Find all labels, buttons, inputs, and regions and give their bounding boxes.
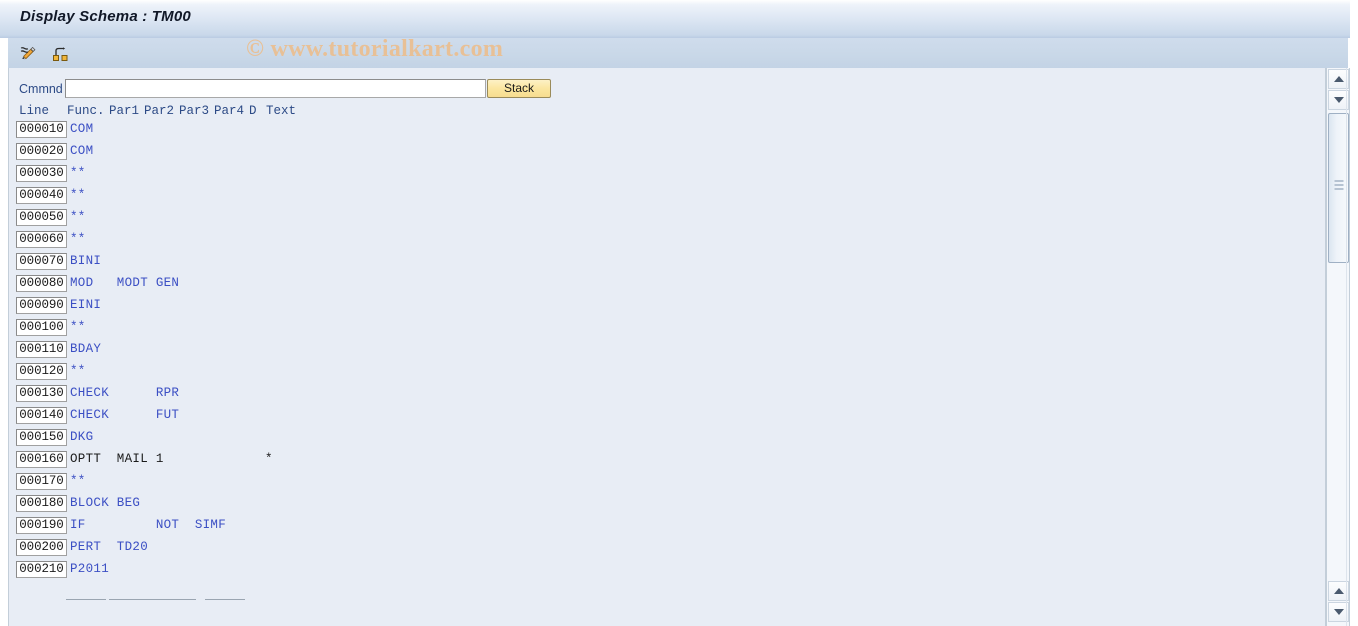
table-row[interactable]: 000180 BLOCK BEG xyxy=(9,495,1325,517)
table-row[interactable]: 000140 CHECK FUT xyxy=(9,407,1325,429)
table-row[interactable]: 000200 PERT TD20 xyxy=(9,539,1325,561)
toolbar-icon-group xyxy=(16,42,72,64)
line-number-field[interactable]: 000030 xyxy=(16,165,67,182)
hierarchy-structure-icon[interactable] xyxy=(48,42,72,64)
column-header-text: Text xyxy=(266,104,297,118)
line-number-field[interactable]: 000140 xyxy=(16,407,67,424)
column-header-par2: Par2 xyxy=(144,104,175,118)
table-row[interactable]: 000150 DKG xyxy=(9,429,1325,451)
schema-grid: Line Func. Par1 Par2 Par3 Par4 D Text 000010 COM… xyxy=(9,104,1325,583)
table-row[interactable]: 000210 P2011 xyxy=(9,561,1325,583)
line-number-field[interactable]: 000120 xyxy=(16,363,67,380)
table-row[interactable]: 000070 BINI xyxy=(9,253,1325,275)
line-number-field[interactable]: 000210 xyxy=(16,561,67,578)
schema-code-line[interactable]: ** xyxy=(70,165,86,182)
line-number-field[interactable]: 000090 xyxy=(16,297,67,314)
panel-edge-shadow xyxy=(1346,68,1347,626)
schema-code-line[interactable]: ** xyxy=(70,187,86,204)
schema-code-line[interactable]: CHECK RPR xyxy=(70,385,179,402)
table-row[interactable]: 000050 ** xyxy=(9,209,1325,231)
grid-header-row: Line Func. Par1 Par2 Par3 Par4 D Text xyxy=(9,104,1325,121)
schema-code-line[interactable]: COM xyxy=(70,143,93,160)
stack-button[interactable]: Stack xyxy=(487,79,551,98)
schema-code-line[interactable]: PERT TD20 xyxy=(70,539,148,556)
window-right-margin xyxy=(1350,0,1358,626)
column-header-func: Func. xyxy=(67,104,105,118)
table-row[interactable]: 000130 CHECK RPR xyxy=(9,385,1325,407)
column-header-par1: Par1 xyxy=(109,104,140,118)
schema-code-line[interactable]: P2011 xyxy=(70,561,109,578)
schema-code-line[interactable]: ** xyxy=(70,473,86,490)
table-row[interactable]: 000120 ** xyxy=(9,363,1325,385)
column-header-line: Line xyxy=(19,104,50,118)
line-number-field[interactable]: 000180 xyxy=(16,495,67,512)
line-number-field[interactable]: 000070 xyxy=(16,253,67,270)
schema-code-line[interactable]: ** xyxy=(70,209,86,226)
grid-body: 000010 COM 000020 COM 000030 ** 000040 ** 000050… xyxy=(9,121,1325,583)
cut-off-control-2[interactable] xyxy=(109,599,196,604)
window-title: Display Schema : TM00 xyxy=(20,8,191,25)
table-row[interactable]: 000160 OPTT MAIL 1 * xyxy=(9,451,1325,473)
schema-code-line[interactable]: BLOCK BEG xyxy=(70,495,140,512)
schema-code-line[interactable]: DKG xyxy=(70,429,93,446)
line-number-field[interactable]: 000060 xyxy=(16,231,67,248)
table-row[interactable]: 000110 BDAY xyxy=(9,341,1325,363)
column-header-par3: Par3 xyxy=(179,104,210,118)
schema-code-line[interactable]: IF NOT SIMF xyxy=(70,517,226,534)
schema-code-line[interactable]: ** xyxy=(70,231,86,248)
schema-code-line[interactable]: ** xyxy=(70,363,86,380)
table-row[interactable]: 000100 ** xyxy=(9,319,1325,341)
chevron-down-icon xyxy=(1333,97,1344,103)
line-number-field[interactable]: 000050 xyxy=(16,209,67,226)
table-row[interactable]: 000010 COM xyxy=(9,121,1325,143)
schema-code-line[interactable]: BINI xyxy=(70,253,101,270)
line-number-field[interactable]: 000100 xyxy=(16,319,67,336)
table-row[interactable]: 000060 ** xyxy=(9,231,1325,253)
schema-code-line[interactable]: ** xyxy=(70,319,86,336)
line-number-field[interactable]: 000110 xyxy=(16,341,67,358)
command-input[interactable] xyxy=(65,79,486,98)
schema-code-line[interactable]: BDAY xyxy=(70,341,101,358)
line-number-field[interactable]: 000200 xyxy=(16,539,67,556)
schema-code-line[interactable]: OPTT MAIL 1 * xyxy=(70,451,273,468)
sap-gui-window: Display Schema : TM00 © www.tutorialkart… xyxy=(0,0,1358,626)
line-number-field[interactable]: 000040 xyxy=(16,187,67,204)
chevron-down-icon-bottom xyxy=(1333,609,1344,615)
line-number-field[interactable]: 000080 xyxy=(16,275,67,292)
schema-content-panel: Cmmnd Stack Line Func. Par1 Par2 Par3 Par4 D Te… xyxy=(8,68,1326,626)
command-row: Cmmnd Stack xyxy=(9,79,1325,101)
line-number-field[interactable]: 000130 xyxy=(16,385,67,402)
table-row[interactable]: 000190 IF NOT SIMF xyxy=(9,517,1325,539)
line-number-field[interactable]: 000160 xyxy=(16,451,67,468)
table-row[interactable]: 000030 ** xyxy=(9,165,1325,187)
table-row[interactable]: 000020 COM xyxy=(9,143,1325,165)
chevron-up-icon-bottom xyxy=(1333,588,1344,594)
table-row[interactable]: 000170 ** xyxy=(9,473,1325,495)
chevron-up-icon xyxy=(1333,76,1344,82)
schema-code-line[interactable]: COM xyxy=(70,121,93,138)
table-row[interactable]: 000040 ** xyxy=(9,187,1325,209)
schema-code-line[interactable]: EINI xyxy=(70,297,101,314)
cut-off-control-1[interactable] xyxy=(66,599,106,604)
line-number-field[interactable]: 000150 xyxy=(16,429,67,446)
table-row[interactable]: 000090 EINI xyxy=(9,297,1325,319)
scrollbar-grip-icon xyxy=(1334,180,1343,190)
edit-pencil-icon[interactable] xyxy=(16,42,40,64)
table-row[interactable]: 000080 MOD MODT GEN xyxy=(9,275,1325,297)
schema-code-line[interactable]: MOD MODT GEN xyxy=(70,275,179,292)
titlebar-inner: Display Schema : TM00 xyxy=(8,6,1348,38)
line-number-field[interactable]: 000010 xyxy=(16,121,67,138)
column-header-d: D xyxy=(249,104,257,118)
line-number-field[interactable]: 000190 xyxy=(16,517,67,534)
application-toolbar xyxy=(8,38,1348,69)
window-titlebar: Display Schema : TM00 xyxy=(0,0,1358,38)
cut-off-control-3[interactable] xyxy=(205,599,245,604)
command-label: Cmmnd xyxy=(19,82,63,96)
column-header-par4: Par4 xyxy=(214,104,245,118)
schema-code-line[interactable]: CHECK FUT xyxy=(70,407,179,424)
line-number-field[interactable]: 000170 xyxy=(16,473,67,490)
line-number-field[interactable]: 000020 xyxy=(16,143,67,160)
